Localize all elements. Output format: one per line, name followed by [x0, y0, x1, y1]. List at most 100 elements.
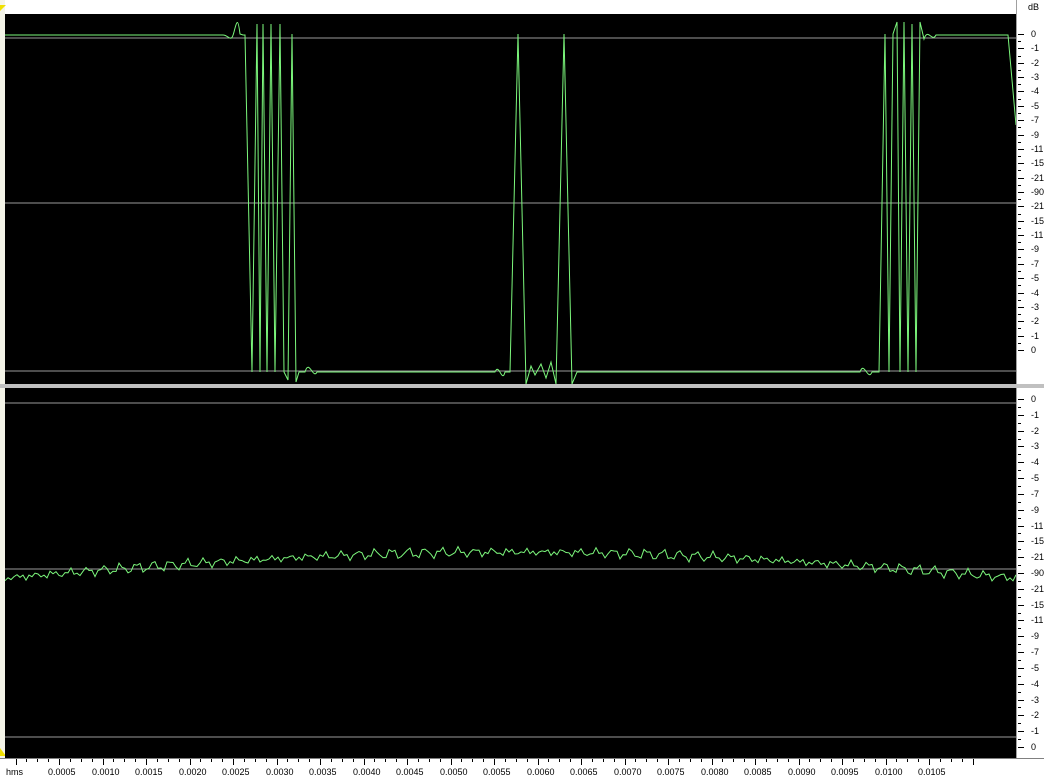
- db-minor-tick: [1018, 660, 1021, 661]
- db-minor-tick: [1018, 256, 1021, 258]
- time-minor-tick: [690, 759, 691, 762]
- db-label: -21: [1031, 552, 1044, 563]
- time-major-tick: [451, 759, 452, 765]
- db-label: -11: [1031, 615, 1044, 626]
- time-minor-tick: [766, 759, 767, 762]
- time-major-tick: [842, 759, 843, 765]
- db-tick: [1018, 604, 1024, 606]
- db-tick: [1018, 620, 1024, 622]
- time-minor-tick: [907, 759, 908, 762]
- time-ruler[interactable]: hms 0.0005 0.0010 0.0015 0.0020 0.0025 0.0030…: [0, 758, 1044, 777]
- time-major-tick: [407, 759, 408, 765]
- time-minor-tick: [287, 759, 288, 762]
- db-label: -1: [1031, 330, 1040, 341]
- time-minor-tick: [70, 759, 71, 762]
- db-minor-tick: [1018, 170, 1021, 172]
- db-tick: [1018, 350, 1024, 351]
- db-minor-tick: [1018, 470, 1021, 472]
- db-label: -5: [1031, 473, 1040, 484]
- db-label: -1: [1031, 726, 1040, 737]
- time-minor-tick: [200, 759, 201, 762]
- time-minor-tick: [385, 759, 386, 762]
- db-label: -4: [1031, 678, 1040, 689]
- time-minor-tick: [744, 759, 745, 762]
- db-tick: [1018, 235, 1024, 237]
- db-tick: [1018, 493, 1024, 495]
- db-minor-tick: [1018, 438, 1021, 440]
- db-tick: [1018, 163, 1024, 165]
- db-tick: [1018, 206, 1024, 208]
- db-minor-tick: [1018, 628, 1021, 630]
- db-label: -7: [1031, 115, 1040, 126]
- db-tick: [1018, 715, 1024, 717]
- db-minor-tick: [1018, 271, 1021, 272]
- db-minor-tick: [1018, 596, 1021, 598]
- db-tick: [1018, 636, 1024, 638]
- time-major-tick: [364, 759, 365, 765]
- time-minor-tick: [396, 759, 397, 762]
- time-minor-tick: [516, 759, 517, 762]
- db-tick: [1018, 699, 1024, 701]
- db-label: 0: [1031, 742, 1037, 752]
- db-label: -3: [1031, 72, 1040, 83]
- db-tick: [1018, 306, 1024, 308]
- db-label: -1: [1031, 409, 1040, 420]
- time-minor-tick: [309, 759, 310, 762]
- time-minor-tick: [646, 759, 647, 762]
- waveform-channel-top[interactable]: [5, 14, 1016, 384]
- time-minor-tick: [92, 759, 93, 762]
- db-minor-tick: [1018, 612, 1021, 614]
- db-tick: [1018, 249, 1024, 251]
- db-label: -4: [1031, 287, 1040, 298]
- waveform-channel-bottom[interactable]: [5, 388, 1016, 758]
- time-minor-tick: [614, 759, 615, 762]
- time-major-tick: [668, 759, 669, 765]
- db-minor-tick: [1018, 55, 1021, 57]
- db-label: 0: [1031, 29, 1037, 39]
- waveform-editor: dB 0 -1 -2 -3 -4 -5 -7 -9 -11 -15 -21 -90 -21 -15 -11-…: [0, 0, 1044, 777]
- db-label: -9: [1031, 631, 1040, 642]
- time-major-tick: [190, 759, 191, 765]
- db-minor-tick: [1018, 285, 1021, 287]
- time-minor-tick: [135, 759, 136, 762]
- waveform-top-svg: [5, 21, 1016, 384]
- db-tick: [1018, 541, 1024, 543]
- db-minor-tick: [1018, 328, 1021, 330]
- db-minor-tick: [1018, 113, 1021, 114]
- time-minor-tick: [635, 759, 636, 762]
- db-label: -3: [1031, 301, 1040, 312]
- time-minor-tick: [722, 759, 723, 762]
- db-tick: [1018, 34, 1024, 35]
- db-tick: [1018, 91, 1024, 93]
- time-minor-tick: [831, 759, 832, 762]
- db-tick: [1018, 120, 1024, 122]
- db-minor-tick: [1018, 533, 1021, 535]
- db-minor-tick: [1018, 565, 1021, 567]
- time-minor-tick: [331, 759, 332, 762]
- db-label: -1: [1031, 43, 1040, 54]
- db-tick: [1018, 292, 1024, 294]
- db-minor-tick: [1018, 299, 1021, 301]
- time-major-tick: [755, 759, 756, 765]
- time-major-tick: [886, 759, 887, 765]
- db-tick: [1018, 263, 1024, 265]
- db-tick: [1018, 105, 1024, 107]
- db-label: -15: [1031, 158, 1044, 169]
- db-minor-tick: [1018, 723, 1021, 725]
- db-label: -15: [1031, 599, 1044, 610]
- time-minor-tick: [244, 759, 245, 762]
- time-minor-tick: [809, 759, 810, 762]
- time-minor-tick: [896, 759, 897, 762]
- db-label: -11: [1031, 230, 1044, 241]
- db-scale-bottom: 0 -1 -2 -3 -4 -5 -7 -9 -11 -15 -21 -90 -21 -15 -11 -9 -7…: [1016, 388, 1044, 758]
- yellow-triangle-marker-icon[interactable]: [0, 5, 6, 11]
- db-minor-tick: [1018, 406, 1021, 408]
- db-tick: [1018, 62, 1024, 64]
- db-minor-tick: [1018, 314, 1021, 316]
- db-tick: [1018, 430, 1024, 432]
- time-minor-tick: [113, 759, 114, 762]
- db-label: -7: [1031, 258, 1040, 269]
- db-tick: [1018, 588, 1024, 590]
- time-minor-tick: [853, 759, 854, 762]
- db-minor-tick: [1018, 98, 1021, 100]
